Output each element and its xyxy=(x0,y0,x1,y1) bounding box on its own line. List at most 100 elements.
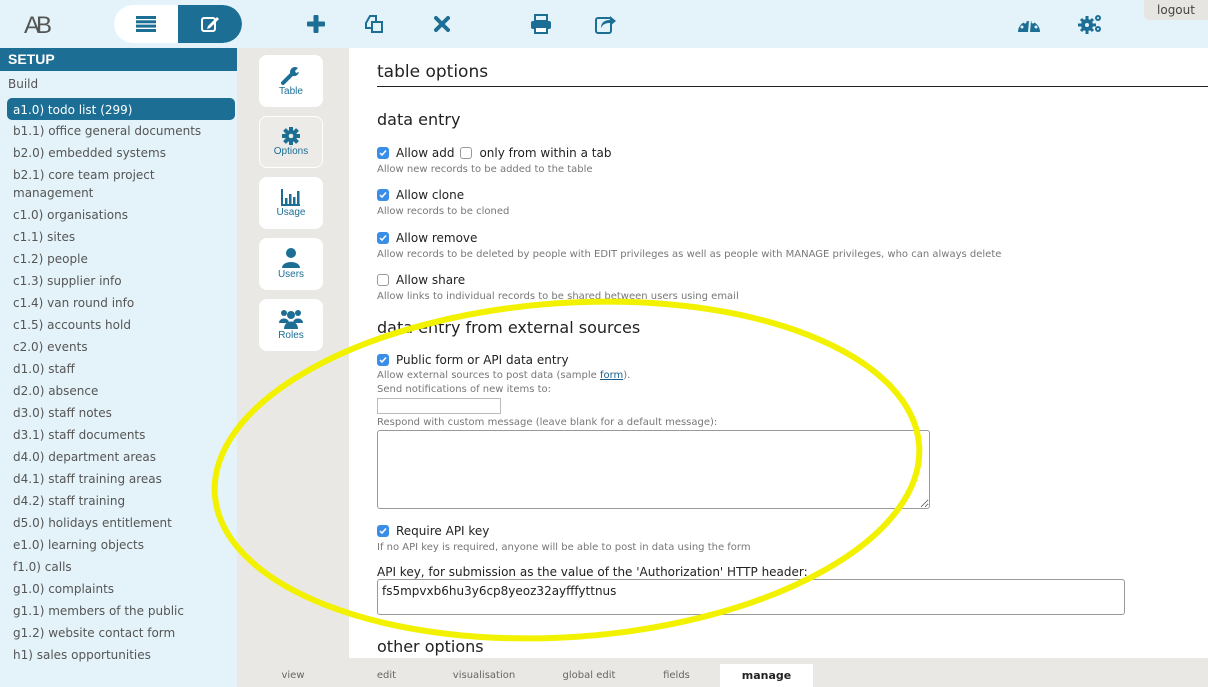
usage-tab-label: Usage xyxy=(276,207,306,218)
custom-message-label: Respond with custom message (leave blank… xyxy=(377,417,718,428)
users-group-icon xyxy=(279,310,303,329)
allow-share-option: Allow share xyxy=(377,273,465,287)
usage-tab-button[interactable]: Usage xyxy=(259,177,323,229)
sidebar-item[interactable]: c1.3) supplier info xyxy=(0,270,237,292)
bottom-tab-bar: view edit visualisation global edit fiel… xyxy=(237,664,1208,687)
clone-record-button[interactable] xyxy=(360,10,388,38)
allow-clone-description: Allow records to be cloned xyxy=(377,206,510,217)
api-key-field[interactable]: fs5mpvxb6hu3y6cp8yeoz32ayfffyttnus xyxy=(377,579,1125,615)
check-icon xyxy=(379,150,387,157)
print-icon xyxy=(531,14,551,34)
users-tab-button[interactable]: Users xyxy=(259,238,323,290)
sidebar-item[interactable]: d2.0) absence xyxy=(0,380,237,402)
list-icon xyxy=(136,16,156,32)
sidebar-item[interactable]: d5.0) holidays entitlement xyxy=(0,512,237,534)
sidebar-item[interactable]: g1.0) complaints xyxy=(0,578,237,600)
sidebar-item[interactable]: c1.2) people xyxy=(0,248,237,270)
copy-icon xyxy=(365,15,383,33)
allow-clone-option: Allow clone xyxy=(377,188,464,202)
sidebar-item[interactable]: b1.1) office general documents xyxy=(0,120,237,142)
allow-add-option: Allow add only from within a tab xyxy=(377,146,611,160)
sidebar-item[interactable]: d3.1) staff documents xyxy=(0,424,237,446)
plus-icon xyxy=(307,15,325,33)
allow-remove-checkbox[interactable] xyxy=(377,232,389,244)
sidebar-item[interactable]: d1.0) staff xyxy=(0,358,237,380)
allow-share-checkbox[interactable] xyxy=(377,274,389,286)
print-button[interactable] xyxy=(527,10,555,38)
public-desc-pre: Allow external sources to post data (sam… xyxy=(377,370,600,381)
close-icon xyxy=(434,16,450,32)
bar-chart-icon xyxy=(281,189,300,206)
table-tab-button[interactable]: Table xyxy=(259,55,323,107)
allow-share-label: Allow share xyxy=(396,273,466,287)
other-options-heading: other options xyxy=(377,637,484,656)
sidebar-item[interactable]: d3.0) staff notes xyxy=(0,402,237,424)
tab-edit[interactable]: edit xyxy=(349,664,424,687)
allow-clone-checkbox[interactable] xyxy=(377,189,389,201)
check-icon xyxy=(379,192,387,199)
allow-add-description: Allow new records to be added to the tab… xyxy=(377,164,593,175)
options-tab-button[interactable]: Options xyxy=(259,116,323,168)
sidebar-item[interactable]: b2.0) embedded systems xyxy=(0,142,237,164)
edit-icon xyxy=(201,17,219,32)
sidebar-item[interactable]: f1.0) calls xyxy=(0,556,237,578)
tab-visualisation[interactable]: visualisation xyxy=(424,664,544,687)
sidebar-section-label: Build xyxy=(8,77,39,91)
sidebar-item[interactable]: a1.0) todo list (299) xyxy=(7,98,235,120)
allow-remove-option: Allow remove xyxy=(377,231,477,245)
add-record-button[interactable] xyxy=(302,10,330,38)
public-form-checkbox[interactable] xyxy=(377,354,389,366)
app-logo: AB xyxy=(24,12,52,39)
remove-record-button[interactable] xyxy=(428,10,456,38)
sidebar-item[interactable]: c2.0) events xyxy=(0,336,237,358)
sidebar-item[interactable]: d4.2) staff training xyxy=(0,490,237,512)
options-tab-label: Options xyxy=(273,146,309,157)
dashboard-button[interactable] xyxy=(1015,10,1043,38)
require-api-key-option: Require API key xyxy=(377,524,489,538)
roles-tab-button[interactable]: Roles xyxy=(259,299,323,351)
sidebar-item[interactable]: c1.5) accounts hold xyxy=(0,314,237,336)
sidebar-header: SETUP xyxy=(0,48,237,71)
options-icon-column: Table Options Usage Users Roles xyxy=(237,48,349,658)
allow-add-label: Allow add xyxy=(396,146,455,160)
settings-button[interactable] xyxy=(1077,10,1105,38)
notify-label: Send notifications of new items to: xyxy=(377,384,552,395)
logout-button[interactable]: logout xyxy=(1144,0,1208,20)
sample-form-link[interactable]: form xyxy=(600,370,623,381)
sidebar-item[interactable]: d4.1) staff training areas xyxy=(0,468,237,490)
data-entry-heading: data entry xyxy=(377,110,461,129)
edit-mode-button[interactable] xyxy=(178,5,242,43)
users-tab-label: Users xyxy=(277,269,305,280)
notify-email-input[interactable] xyxy=(377,398,501,414)
table-tab-label: Table xyxy=(279,86,303,97)
sidebar-item[interactable]: d4.0) department areas xyxy=(0,446,237,468)
custom-message-textarea[interactable] xyxy=(377,430,930,509)
allow-share-description: Allow links to individual records to be … xyxy=(377,291,739,302)
wrench-icon xyxy=(281,67,299,85)
sidebar-item[interactable]: b2.1) core team project management xyxy=(0,164,237,204)
view-mode-toggle xyxy=(114,5,242,43)
share-button[interactable] xyxy=(592,10,620,38)
tab-fields[interactable]: fields xyxy=(634,664,719,687)
external-sources-heading: data entry from external sources xyxy=(377,318,641,337)
allow-add-checkbox[interactable] xyxy=(377,147,389,159)
public-form-description: Allow external sources to post data (sam… xyxy=(377,370,630,381)
list-mode-button[interactable] xyxy=(114,5,178,43)
require-api-key-checkbox[interactable] xyxy=(377,525,389,537)
check-icon xyxy=(379,235,387,242)
api-key-label: API key, for submission as the value of … xyxy=(377,565,808,579)
sidebar-item[interactable]: c1.4) van round info xyxy=(0,292,237,314)
tab-manage[interactable]: manage xyxy=(720,664,813,687)
sidebar-item[interactable]: c1.0) organisations xyxy=(0,204,237,226)
sidebar-item[interactable]: g1.1) members of the public xyxy=(0,600,237,622)
tab-global-edit[interactable]: global edit xyxy=(544,664,634,687)
sidebar-item[interactable]: c1.1) sites xyxy=(0,226,237,248)
public-desc-post: ). xyxy=(623,370,631,381)
only-within-tab-checkbox[interactable] xyxy=(460,147,473,159)
sidebar-item[interactable]: g1.2) website contact form xyxy=(0,622,237,644)
check-icon xyxy=(379,357,387,364)
sidebar-item[interactable]: e1.0) learning objects xyxy=(0,534,237,556)
tab-view[interactable]: view xyxy=(237,664,349,687)
sidebar-item[interactable]: h1) sales opportunities xyxy=(0,644,237,666)
dashboard-icon xyxy=(1018,20,1040,33)
